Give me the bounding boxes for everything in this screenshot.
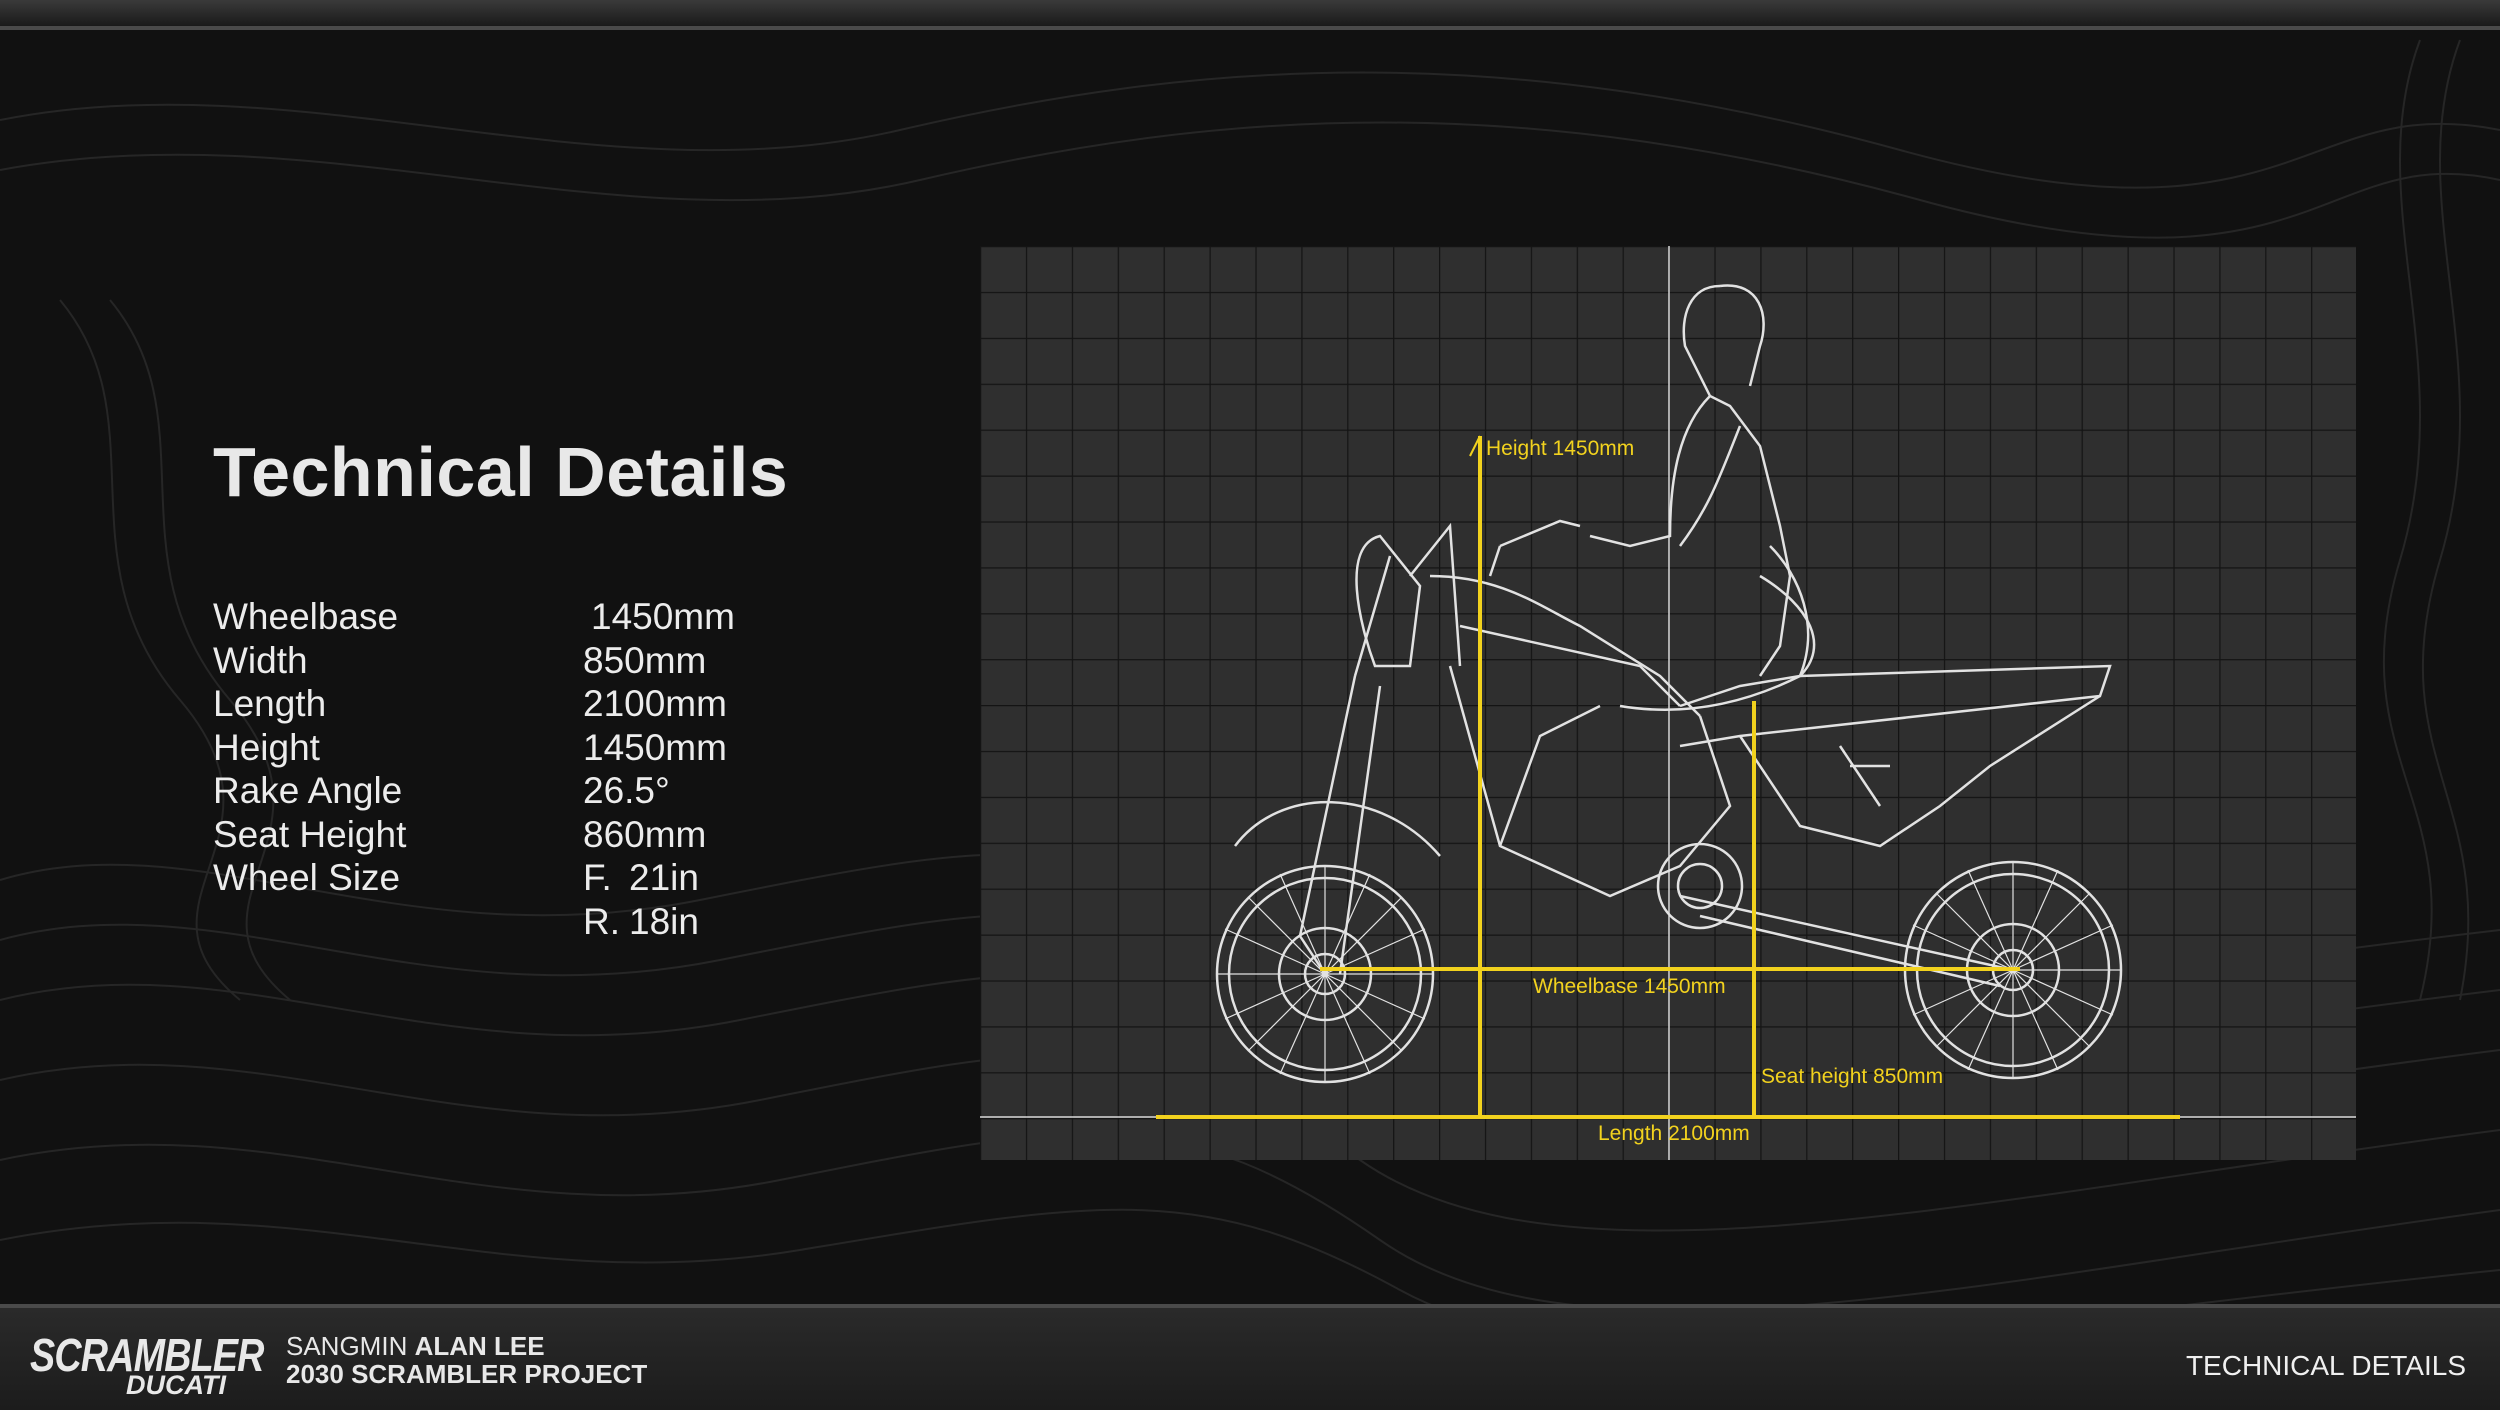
spec-value: 1450mm [583, 726, 727, 768]
author-name: ALAN LEE [414, 1331, 545, 1361]
page-title: Technical Details [213, 433, 789, 511]
top-bar [0, 0, 2500, 30]
spec-prefix: F. [583, 857, 612, 898]
spec-value: 850mm [583, 639, 707, 681]
grid [980, 246, 2356, 1160]
spec-value: R. 18in [583, 901, 699, 943]
spec-prefix: R. [583, 900, 620, 942]
spec-value-text: 18in [629, 900, 699, 942]
spec-value-text: 21in [629, 857, 699, 898]
ducati-logo: DUCATI [126, 1370, 226, 1400]
project-name: 2030 SCRAMBLER PROJECT [286, 1359, 648, 1389]
length-label: Length 2100mm [1598, 1122, 1750, 1145]
spec-value: 26.5° [583, 770, 670, 811]
height-label: Height 1450mm [1486, 437, 1635, 460]
spec-label: Wheelbase [213, 596, 399, 637]
footer: SCRAMBLER DUCATI SANGMIN ALAN LEE 2030 S… [0, 1304, 2500, 1410]
spec-label: Wheel Size [213, 857, 401, 898]
spec-label: Seat Height [213, 813, 407, 855]
seat-height-label: Seat height 850mm [1761, 1065, 1944, 1088]
motorcycle-blueprint: Height 1450mm Wheelbase 1450mm Seat heig… [980, 246, 2356, 1160]
blueprint-drawing [980, 246, 2356, 1160]
spec-value: 1450mm [591, 596, 735, 637]
spec-value: F. 21in [583, 857, 699, 899]
spec-value: 860mm [583, 813, 707, 855]
spec-value: 2100mm [583, 683, 727, 724]
spec-label: Width [213, 639, 308, 681]
wheelbase-label: Wheelbase 1450mm [1533, 975, 1726, 998]
author-first-name: SANGMIN [286, 1331, 408, 1361]
project-credit: SANGMIN ALAN LEE 2030 SCRAMBLER PROJECT [286, 1332, 647, 1388]
spec-label: Rake Angle [213, 770, 403, 811]
section-name: TECHNICAL DETAILS [2185, 1350, 2466, 1381]
author-line: SANGMIN ALAN LEE [286, 1332, 647, 1360]
spec-label: Length [213, 683, 327, 724]
spec-label: Height [213, 726, 320, 768]
